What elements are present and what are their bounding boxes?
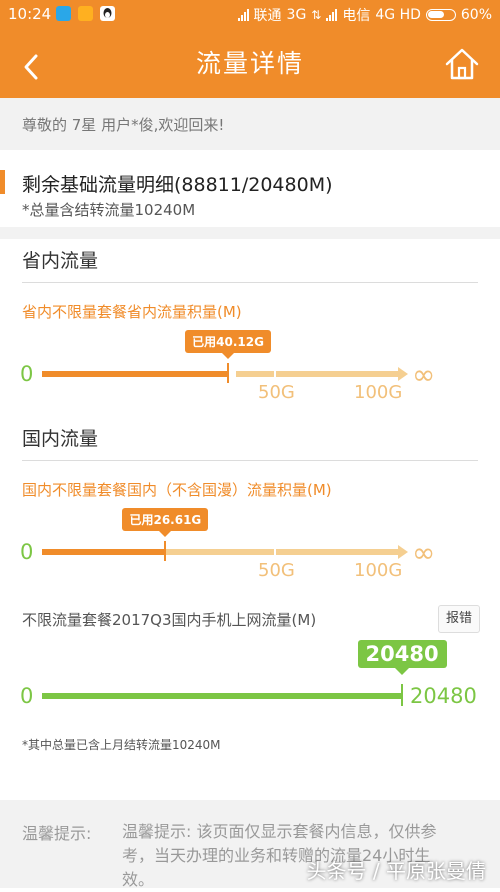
welcome-banner: 尊敬的 7星 用户*俊,欢迎回来! — [0, 98, 500, 150]
arrow-icon — [398, 545, 408, 559]
q3-package-label: 不限流量套餐2017Q3国内手机上网流量(M) — [22, 611, 317, 629]
balance-subtitle: *总量含结转流量10240M — [22, 201, 196, 219]
used-bar — [42, 371, 229, 377]
footnote: *其中总量已含上月结转流量10240M — [22, 738, 221, 752]
shopping-app-icon — [78, 6, 93, 21]
q3-end-value: 20480 — [410, 684, 477, 708]
provincial-package-label: 省内不限量套餐省内流量积量(M) — [22, 303, 242, 321]
meter-start: 0 — [20, 684, 34, 708]
balance-title: 剩余基础流量明细(88811/20480M) — [22, 174, 333, 196]
national-package-label: 国内不限量套餐国内（不含国漫）流量积量(M) — [22, 481, 332, 499]
battery-level: 60% — [460, 7, 492, 23]
signal-icon-2 — [326, 9, 338, 21]
q3-bar — [42, 693, 402, 699]
q3-tick — [401, 684, 403, 706]
network-2: 4G HD — [375, 7, 421, 23]
used-bubble: 已用26.61G — [122, 508, 209, 537]
q3-value-bubble: 20480 — [357, 640, 447, 675]
used-tick — [227, 363, 230, 383]
tips-heading: 温馨提示: — [22, 824, 92, 843]
signal-icon — [237, 9, 249, 21]
remaining-bar-1 — [166, 549, 274, 555]
watermark: 头条号 / 平原张曼倩 — [306, 859, 486, 883]
report-error-button[interactable]: 报错 — [438, 605, 480, 633]
network-1: 3G — [286, 7, 307, 23]
remaining-bar-2 — [276, 549, 398, 555]
section-heading-national: 国内流量 — [22, 428, 99, 450]
data-transfer-icon: ⇅ — [311, 8, 322, 22]
national-usage-meter: 0 已用26.61G 50G 100G ∞ — [0, 504, 500, 588]
carrier-1: 联通 — [253, 8, 282, 24]
remaining-bar-2 — [276, 371, 398, 377]
arrow-icon — [398, 367, 408, 381]
qq-app-icon — [100, 6, 115, 21]
mark-100g: 100G — [354, 560, 403, 581]
meter-start: 0 — [20, 540, 34, 564]
status-time: 10:24 — [8, 5, 52, 23]
mark-50g: 50G — [258, 382, 295, 403]
mark-100g: 100G — [354, 382, 403, 403]
welcome-text: 尊敬的 7星 用户*俊,欢迎回来! — [22, 116, 225, 134]
meter-start: 0 — [20, 362, 34, 386]
used-bubble: 已用40.12G — [185, 330, 271, 359]
q3-usage-meter: 0 20480 20480 — [0, 638, 500, 718]
used-bar — [42, 549, 166, 555]
status-bar: 10:24 联通 3G ⇅ 电信 4G HD 60% — [0, 0, 500, 28]
section-heading-provincial: 省内流量 — [22, 250, 99, 272]
carrier-2: 电信 — [342, 8, 371, 24]
provincial-usage-meter: 0 已用40.12G 50G 100G ∞ — [0, 326, 500, 410]
battery-icon — [425, 9, 456, 21]
message-app-icon — [56, 6, 71, 21]
section-accent — [0, 170, 5, 194]
home-icon[interactable] — [442, 44, 482, 84]
infinity-icon: ∞ — [412, 536, 436, 569]
used-tick — [164, 541, 167, 561]
remaining-bar-1 — [236, 371, 274, 377]
infinity-icon: ∞ — [412, 358, 436, 391]
page-title: 流量详情 — [195, 49, 304, 78]
mark-50g: 50G — [258, 560, 295, 581]
